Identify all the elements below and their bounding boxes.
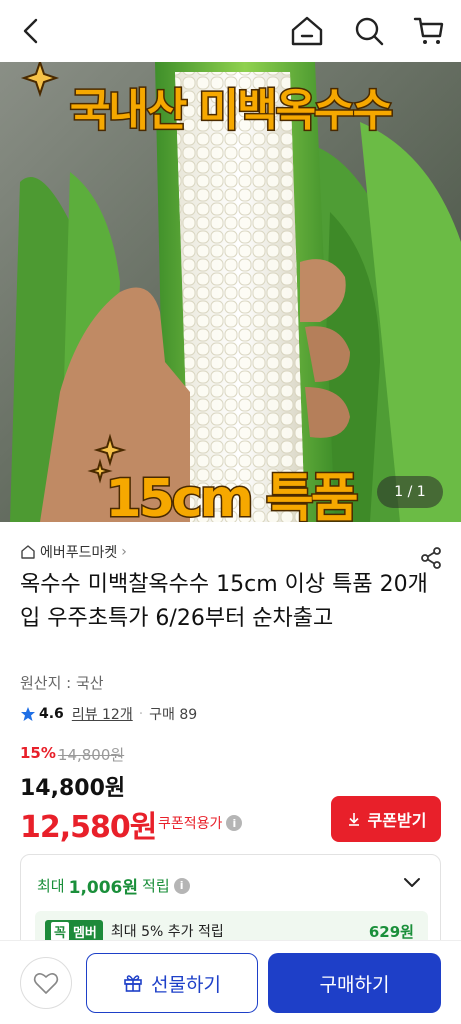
discount-percent: 15% (20, 744, 56, 762)
rating-summary[interactable]: 4.6 리뷰 12개 · 구매 89 (20, 704, 197, 724)
home-icon (291, 16, 323, 46)
product-origin: 원산지 : 국산 (20, 674, 104, 692)
star-icon (21, 707, 35, 721)
points-amount: 1,006원 (68, 878, 139, 898)
original-price: 14,800원 (57, 746, 125, 764)
points-suffix: 적립 (142, 877, 170, 895)
rating-score: 4.6 (39, 706, 64, 722)
get-coupon-button[interactable]: 쿠폰받기 (331, 796, 441, 842)
member-badge-k: 꼭 (51, 921, 69, 941)
info-icon[interactable]: i (173, 877, 190, 894)
download-icon (348, 813, 359, 826)
points-prefix: 최대 (37, 877, 65, 895)
separator-dot: · (138, 706, 144, 722)
review-count-link[interactable]: 리뷰 12개 (72, 704, 133, 724)
gift-button[interactable]: 선물하기 (86, 953, 258, 1013)
get-coupon-label: 쿠폰받기 (367, 811, 427, 830)
search-button[interactable] (352, 14, 386, 48)
wishlist-button[interactable] (20, 957, 72, 1009)
member-points-text: 최대 5% 추가 적립 (110, 924, 224, 940)
store-icon (21, 545, 35, 559)
back-button[interactable] (14, 14, 48, 48)
purchase-count: 구매 89 (149, 707, 198, 723)
top-nav-bar (0, 0, 461, 62)
image-counter: 1 / 1 (377, 476, 443, 508)
gift-icon (124, 975, 142, 992)
coupon-price: 12,580원 (20, 810, 157, 845)
share-icon (421, 547, 441, 569)
sale-price: 14,800원 (20, 776, 126, 801)
cart-icon (413, 17, 444, 44)
heart-icon (33, 973, 59, 994)
coupon-price-label[interactable]: 쿠폰적용가 i (158, 813, 243, 833)
coupon-label-text: 쿠폰적용가 (158, 816, 223, 832)
chevron-left-icon (23, 18, 38, 44)
bottom-action-bar: 선물하기 구매하기 (0, 940, 461, 1024)
member-points-amount: 629원 (368, 922, 414, 941)
hero-title-text: 국내산 미백옥수수 (68, 84, 394, 138)
home-button[interactable] (290, 14, 324, 48)
cart-button[interactable] (412, 14, 446, 48)
seller-link[interactable]: 에버푸드마켓 › (20, 542, 127, 562)
chevron-down-icon (404, 878, 420, 887)
member-badge-label: 멤버 (72, 925, 97, 941)
info-icon[interactable]: i (226, 815, 243, 831)
chevron-right-icon: › (121, 544, 127, 560)
max-points-row: 최대 1,006원 적립 i (37, 873, 190, 898)
buy-button-label: 구매하기 (319, 973, 390, 996)
product-title: 옥수수 미백찰옥수수 15cm 이상 특품 20개입 우주초특가 6/26부터 … (20, 572, 428, 631)
seller-name: 에버푸드마켓 (40, 545, 118, 561)
gift-button-label: 선물하기 (151, 973, 221, 996)
search-icon (355, 17, 384, 46)
discount-row: 15% 14,800원 (20, 744, 124, 765)
product-image-carousel[interactable]: 국내산 미백옥수수 15cm 특품 1 / 1 (0, 62, 461, 522)
expand-button[interactable] (402, 875, 422, 894)
buy-button[interactable]: 구매하기 (268, 953, 441, 1013)
